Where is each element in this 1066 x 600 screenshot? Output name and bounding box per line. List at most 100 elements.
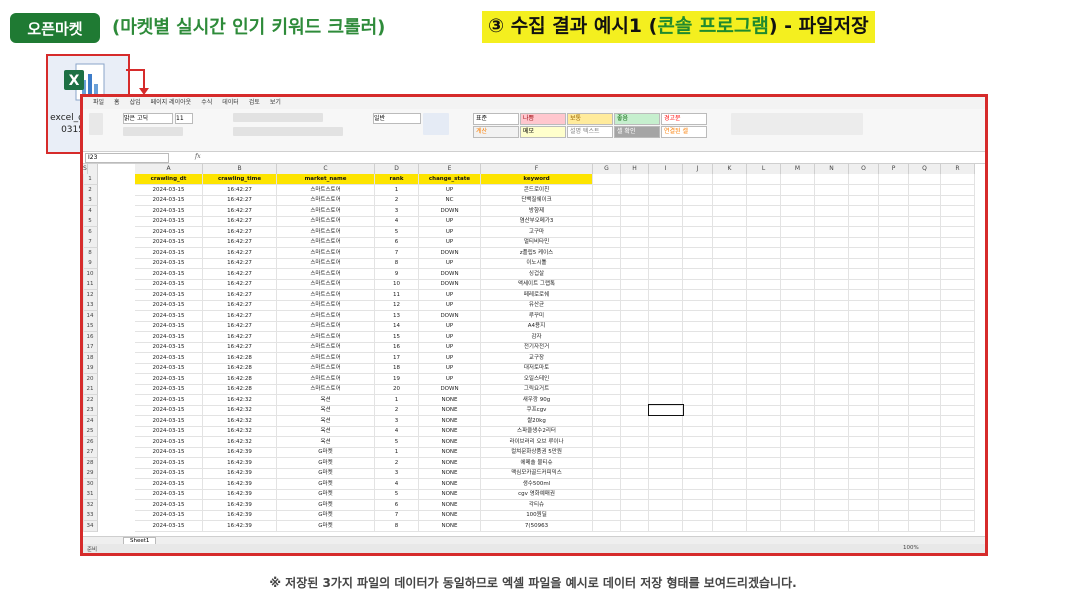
empty-cell[interactable] [593,489,621,500]
empty-cell[interactable] [683,216,713,227]
empty-cell[interactable] [879,321,909,332]
row-header[interactable]: 28 [83,457,98,469]
empty-cell[interactable] [747,247,781,259]
empty-cell[interactable] [649,310,683,322]
cell-market_name[interactable]: G마켓 [277,520,375,532]
cell-crawling_dt[interactable]: 2024-03-15 [135,205,203,217]
empty-cell[interactable] [909,510,941,521]
empty-cell[interactable] [593,184,621,196]
empty-cell[interactable] [593,510,621,521]
empty-cell[interactable] [849,394,879,406]
empty-cell[interactable] [815,373,849,385]
font-size-select[interactable]: 11 [175,113,193,124]
empty-cell[interactable] [941,268,975,280]
empty-cell[interactable] [649,205,683,217]
empty-cell[interactable] [941,321,975,332]
cell-keyword[interactable]: 쌀20kg [481,415,593,427]
empty-cell[interactable] [815,352,849,364]
empty-cell[interactable] [909,321,941,332]
row-header[interactable]: 23 [83,405,98,416]
empty-cell[interactable] [747,184,781,196]
empty-cell[interactable] [941,300,975,311]
empty-cell[interactable] [909,405,941,416]
ribbon-tab-3[interactable]: 페이지 레이아웃 [151,97,192,109]
merge-buttons[interactable] [233,127,343,136]
empty-cell[interactable] [683,279,713,290]
cell-rank[interactable]: 6 [375,237,419,248]
empty-cell[interactable] [781,247,815,259]
row-header[interactable]: 31 [83,489,98,500]
empty-cell[interactable] [815,268,849,280]
empty-cell[interactable] [815,184,849,196]
cell-rank[interactable]: 3 [375,468,419,479]
row-header[interactable]: 15 [83,321,98,332]
empty-cell[interactable] [747,226,781,238]
empty-cell[interactable] [83,457,84,469]
empty-cell[interactable] [941,478,975,490]
empty-cell[interactable] [815,216,849,227]
cell-crawling_time[interactable]: 16:42:28 [203,384,277,395]
empty-cell[interactable] [815,384,849,395]
cell-crawling_time[interactable]: 16:42:39 [203,478,277,490]
empty-cell[interactable] [941,247,975,259]
empty-cell[interactable] [621,468,649,479]
empty-cell[interactable] [815,174,849,185]
row-header[interactable]: 13 [83,300,98,311]
cell-crawling_dt[interactable]: 2024-03-15 [135,363,203,374]
row-header[interactable]: 26 [83,436,98,448]
empty-cell[interactable] [713,205,747,217]
empty-cell[interactable] [849,216,879,227]
cell-change_state[interactable]: DOWN [419,205,481,217]
empty-cell[interactable] [83,352,84,364]
cell-keyword[interactable]: 액세이트 그랩톡 [481,279,593,290]
cell-crawling_time[interactable]: 16:42:27 [203,237,277,248]
empty-cell[interactable] [879,205,909,217]
empty-cell[interactable] [683,247,713,259]
empty-cell[interactable] [621,300,649,311]
empty-cell[interactable] [815,447,849,458]
cell-change_state[interactable]: NONE [419,457,481,469]
cell-keyword[interactable]: 전기자전거 [481,342,593,353]
cell-crawling_dt[interactable]: 2024-03-15 [135,237,203,248]
empty-cell[interactable] [713,384,747,395]
empty-cell[interactable] [83,216,84,227]
empty-cell[interactable] [879,468,909,479]
empty-cell[interactable] [713,447,747,458]
empty-cell[interactable] [781,321,815,332]
alignment-buttons[interactable] [233,113,323,122]
empty-cell[interactable] [621,384,649,395]
empty-cell[interactable] [879,384,909,395]
cell-market_name[interactable]: 스마트스토어 [277,268,375,280]
empty-cell[interactable] [83,468,84,479]
empty-cell[interactable] [781,468,815,479]
empty-cell[interactable] [909,384,941,395]
empty-cell[interactable] [621,394,649,406]
empty-cell[interactable] [83,237,84,248]
empty-cell[interactable] [593,499,621,511]
empty-cell[interactable] [621,478,649,490]
cell-crawling_time[interactable]: 16:42:32 [203,426,277,437]
cell-crawling_time[interactable]: 16:42:27 [203,310,277,322]
cell-keyword[interactable]: 각티슈 [481,499,593,511]
empty-cell[interactable] [649,258,683,269]
empty-cell[interactable] [747,468,781,479]
empty-cell[interactable] [781,300,815,311]
cell-crawling_dt[interactable]: 2024-03-15 [135,415,203,427]
empty-cell[interactable] [683,436,713,448]
empty-cell[interactable] [593,426,621,437]
empty-cell[interactable] [849,174,879,185]
cell-market_name[interactable]: 스마트스토어 [277,258,375,269]
cell-keyword[interactable]: cgv 영화예매권 [481,489,593,500]
empty-cell[interactable] [781,289,815,301]
empty-cell[interactable] [781,352,815,364]
empty-cell[interactable] [879,436,909,448]
empty-cell[interactable] [621,510,649,521]
row-header[interactable]: 16 [83,331,98,343]
empty-cell[interactable] [781,394,815,406]
empty-cell[interactable] [621,499,649,511]
cell-keyword[interactable]: 새우깡 90g [481,394,593,406]
cell-keyword[interactable]: 교구장 [481,352,593,364]
empty-cell[interactable] [781,226,815,238]
empty-cell[interactable] [713,258,747,269]
empty-cell[interactable] [649,478,683,490]
